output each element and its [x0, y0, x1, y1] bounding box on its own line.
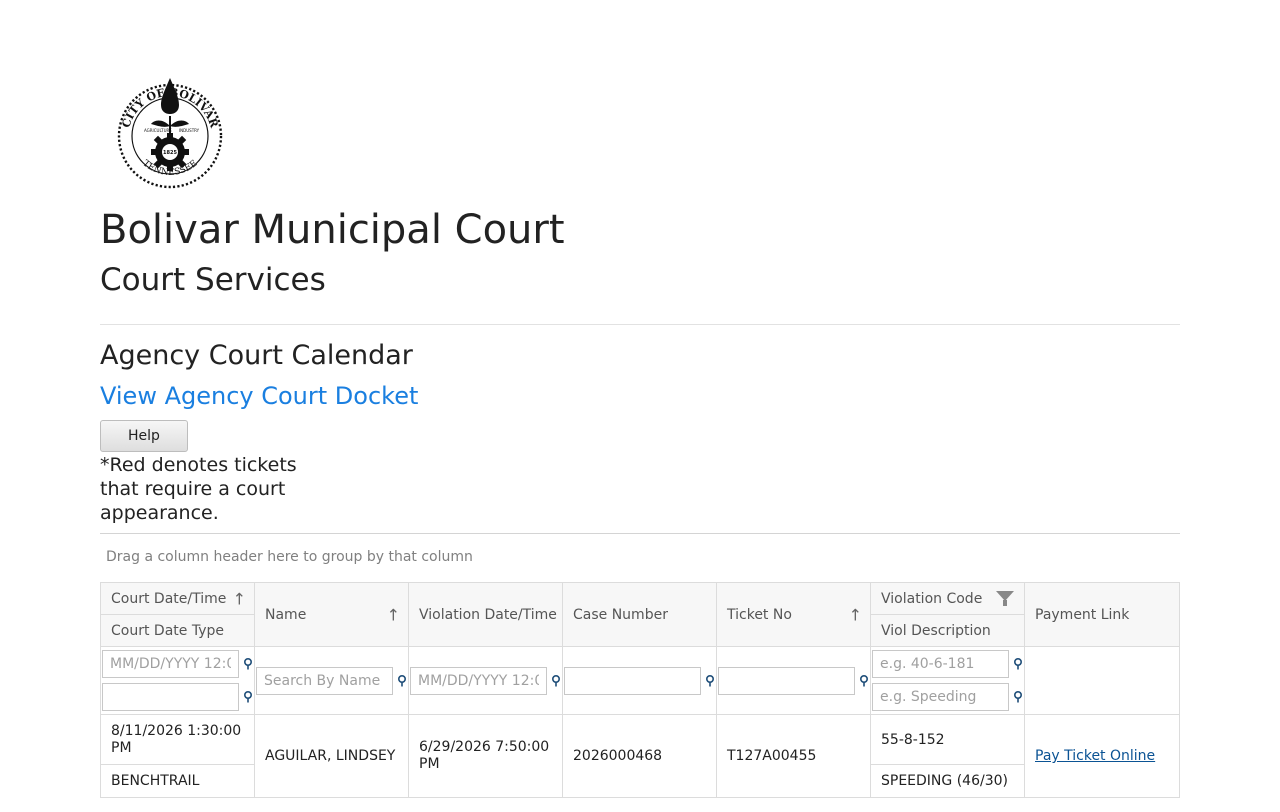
- court-subtitle: Court Services: [100, 262, 326, 298]
- column-header-court-date-type[interactable]: Court Date Type: [100, 614, 255, 647]
- filter-key-icon[interactable]: [551, 675, 561, 687]
- arrow-up-icon[interactable]: ↑: [387, 605, 400, 624]
- arrow-up-icon[interactable]: ↑: [233, 589, 246, 608]
- name-filter-input[interactable]: [256, 667, 393, 695]
- court-date-type-filter-input[interactable]: [102, 683, 239, 711]
- table-cell-case-number: 2026000468: [562, 714, 717, 798]
- red-note-text: *Red denotes tickets that require a cour…: [100, 454, 297, 524]
- case-number-filter-input[interactable]: [564, 667, 701, 695]
- cell-value: AGUILAR, LINDSEY: [265, 748, 396, 764]
- divider: [100, 533, 1180, 534]
- seal-year: 1825: [163, 150, 177, 156]
- column-header-label: Ticket No: [727, 606, 792, 623]
- cell-value: T127A00455: [727, 748, 817, 764]
- group-by-drop-zone[interactable]: Drag a column header here to group by th…: [106, 549, 473, 565]
- table-cell-violation-code: 55-8-152: [870, 714, 1025, 765]
- filter-key-icon[interactable]: [859, 675, 869, 687]
- court-date-filter-input[interactable]: [102, 650, 239, 678]
- pay-ticket-online-link[interactable]: Pay Ticket Online: [1035, 748, 1155, 764]
- cell-value: BENCHTRAIL: [111, 773, 200, 789]
- table-cell-ticket-no: T127A00455: [716, 714, 871, 798]
- ticket-no-filter-input[interactable]: [718, 667, 855, 695]
- help-button[interactable]: Help: [100, 420, 188, 452]
- column-header-payment-link: Payment Link: [1024, 582, 1180, 647]
- arrow-up-icon[interactable]: ↑: [849, 605, 862, 624]
- city-seal-logo: CITY OF BOLIVAR TENNESSEE AGRICULTURE IN…: [114, 76, 226, 196]
- table-cell-violation-date-time: 6/29/2026 7:50:00 PM: [408, 714, 563, 798]
- column-header-label: Name: [265, 606, 307, 623]
- court-calendar-grid: Court Date/Time ↑ Court Date Type Name ↑…: [100, 582, 1180, 812]
- viol-description-filter-input[interactable]: [872, 683, 1009, 711]
- filter-key-icon[interactable]: [243, 691, 253, 703]
- column-header-ticket-no[interactable]: Ticket No ↑: [716, 582, 871, 647]
- funnel-icon[interactable]: [996, 591, 1014, 606]
- divider: [100, 324, 1180, 325]
- table-cell-court-date-type: BENCHTRAIL: [100, 764, 255, 798]
- column-header-label: Payment Link: [1035, 606, 1130, 623]
- seal-right-label: INDUSTRY: [179, 128, 200, 133]
- filter-key-icon[interactable]: [705, 675, 715, 687]
- seal-left-label: AGRICULTURE: [144, 128, 172, 133]
- table-cell-court-date-time: 8/11/2026 1:30:00 PM: [100, 714, 255, 765]
- column-header-violation-code[interactable]: Violation Code: [870, 582, 1025, 615]
- filter-key-icon[interactable]: [243, 658, 253, 670]
- cell-value: 8/11/2026 1:30:00 PM: [111, 722, 242, 756]
- filter-key-icon[interactable]: [1013, 691, 1023, 703]
- table-cell-name: AGUILAR, LINDSEY: [254, 714, 409, 798]
- column-header-label: Violation Code: [881, 590, 983, 607]
- column-header-label: Court Date Type: [111, 622, 224, 639]
- violation-date-filter-input[interactable]: [410, 667, 547, 695]
- violation-code-filter-input[interactable]: [872, 650, 1009, 678]
- cell-value: SPEEDING (46/30): [881, 773, 1008, 789]
- cell-value: 2026000468: [573, 748, 663, 764]
- calendar-title: Agency Court Calendar: [100, 340, 413, 371]
- column-header-viol-description[interactable]: Viol Description: [870, 614, 1025, 647]
- column-header-court-date-time[interactable]: Court Date/Time ↑: [100, 582, 255, 615]
- filter-key-icon[interactable]: [1013, 658, 1023, 670]
- column-header-name[interactable]: Name ↑: [254, 582, 409, 647]
- filter-key-icon[interactable]: [397, 675, 407, 687]
- column-header-violation-date-time[interactable]: Violation Date/Time: [408, 582, 563, 647]
- column-header-label: Violation Date/Time: [419, 606, 557, 623]
- column-header-label: Viol Description: [881, 622, 991, 639]
- table-cell-payment-link: Pay Ticket Online: [1024, 714, 1180, 798]
- filter-cell: [1024, 646, 1180, 715]
- cell-value: 6/29/2026 7:50:00 PM: [419, 739, 550, 772]
- cell-value: 55-8-152: [881, 731, 945, 748]
- column-header-label: Court Date/Time: [111, 590, 227, 607]
- view-docket-link[interactable]: View Agency Court Docket: [100, 378, 418, 414]
- column-header-label: Case Number: [573, 606, 668, 623]
- table-cell-viol-description: SPEEDING (46/30): [870, 764, 1025, 798]
- court-title: Bolivar Municipal Court: [100, 207, 565, 253]
- column-header-case-number[interactable]: Case Number: [562, 582, 717, 647]
